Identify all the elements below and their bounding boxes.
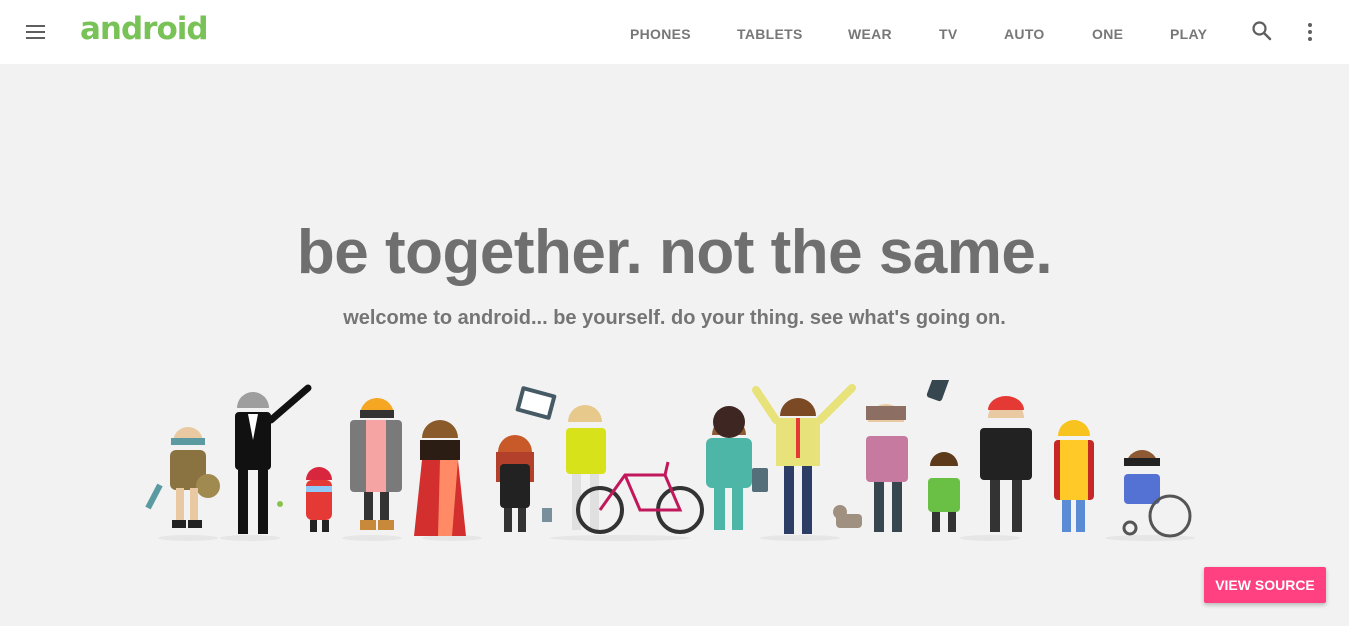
character-coat [350, 398, 402, 530]
nav-phones[interactable]: PHONES [630, 26, 691, 42]
character-elder [145, 427, 220, 528]
character-wheelchair [1122, 450, 1192, 538]
nav-tablets[interactable]: TABLETS [737, 26, 803, 42]
more-vert-icon[interactable] [1302, 22, 1316, 42]
nav-wear[interactable]: WEAR [848, 26, 892, 42]
character-child-green [928, 452, 960, 532]
nav-tv[interactable]: TV [939, 26, 958, 42]
dog [833, 505, 862, 528]
hero-title: be together. not the same. [296, 218, 1053, 287]
nav-auto[interactable]: AUTO [1004, 26, 1045, 42]
character-leather [980, 396, 1032, 532]
character-sari [414, 420, 466, 536]
hero-subtitle: welcome to android... be yourself. do yo… [343, 307, 1006, 329]
view-source-button[interactable]: VIEW SOURCE [1204, 567, 1326, 603]
top-app-bar: android PHONES TABLETS WEAR TV AUTO ONE … [0, 0, 1349, 64]
character-redhead [496, 435, 552, 532]
character-tuxedo [235, 384, 312, 534]
main-nav: PHONES TABLETS WEAR TV AUTO ONE PLAY [0, 0, 1349, 64]
search-icon[interactable] [1251, 20, 1273, 42]
character-worker [1054, 420, 1094, 532]
character-doctor [706, 406, 768, 530]
android-characters-illustration [145, 380, 1195, 541]
nav-play[interactable]: PLAY [1170, 26, 1207, 42]
character-child-red [277, 467, 332, 532]
nav-one[interactable]: ONE [1092, 26, 1123, 42]
